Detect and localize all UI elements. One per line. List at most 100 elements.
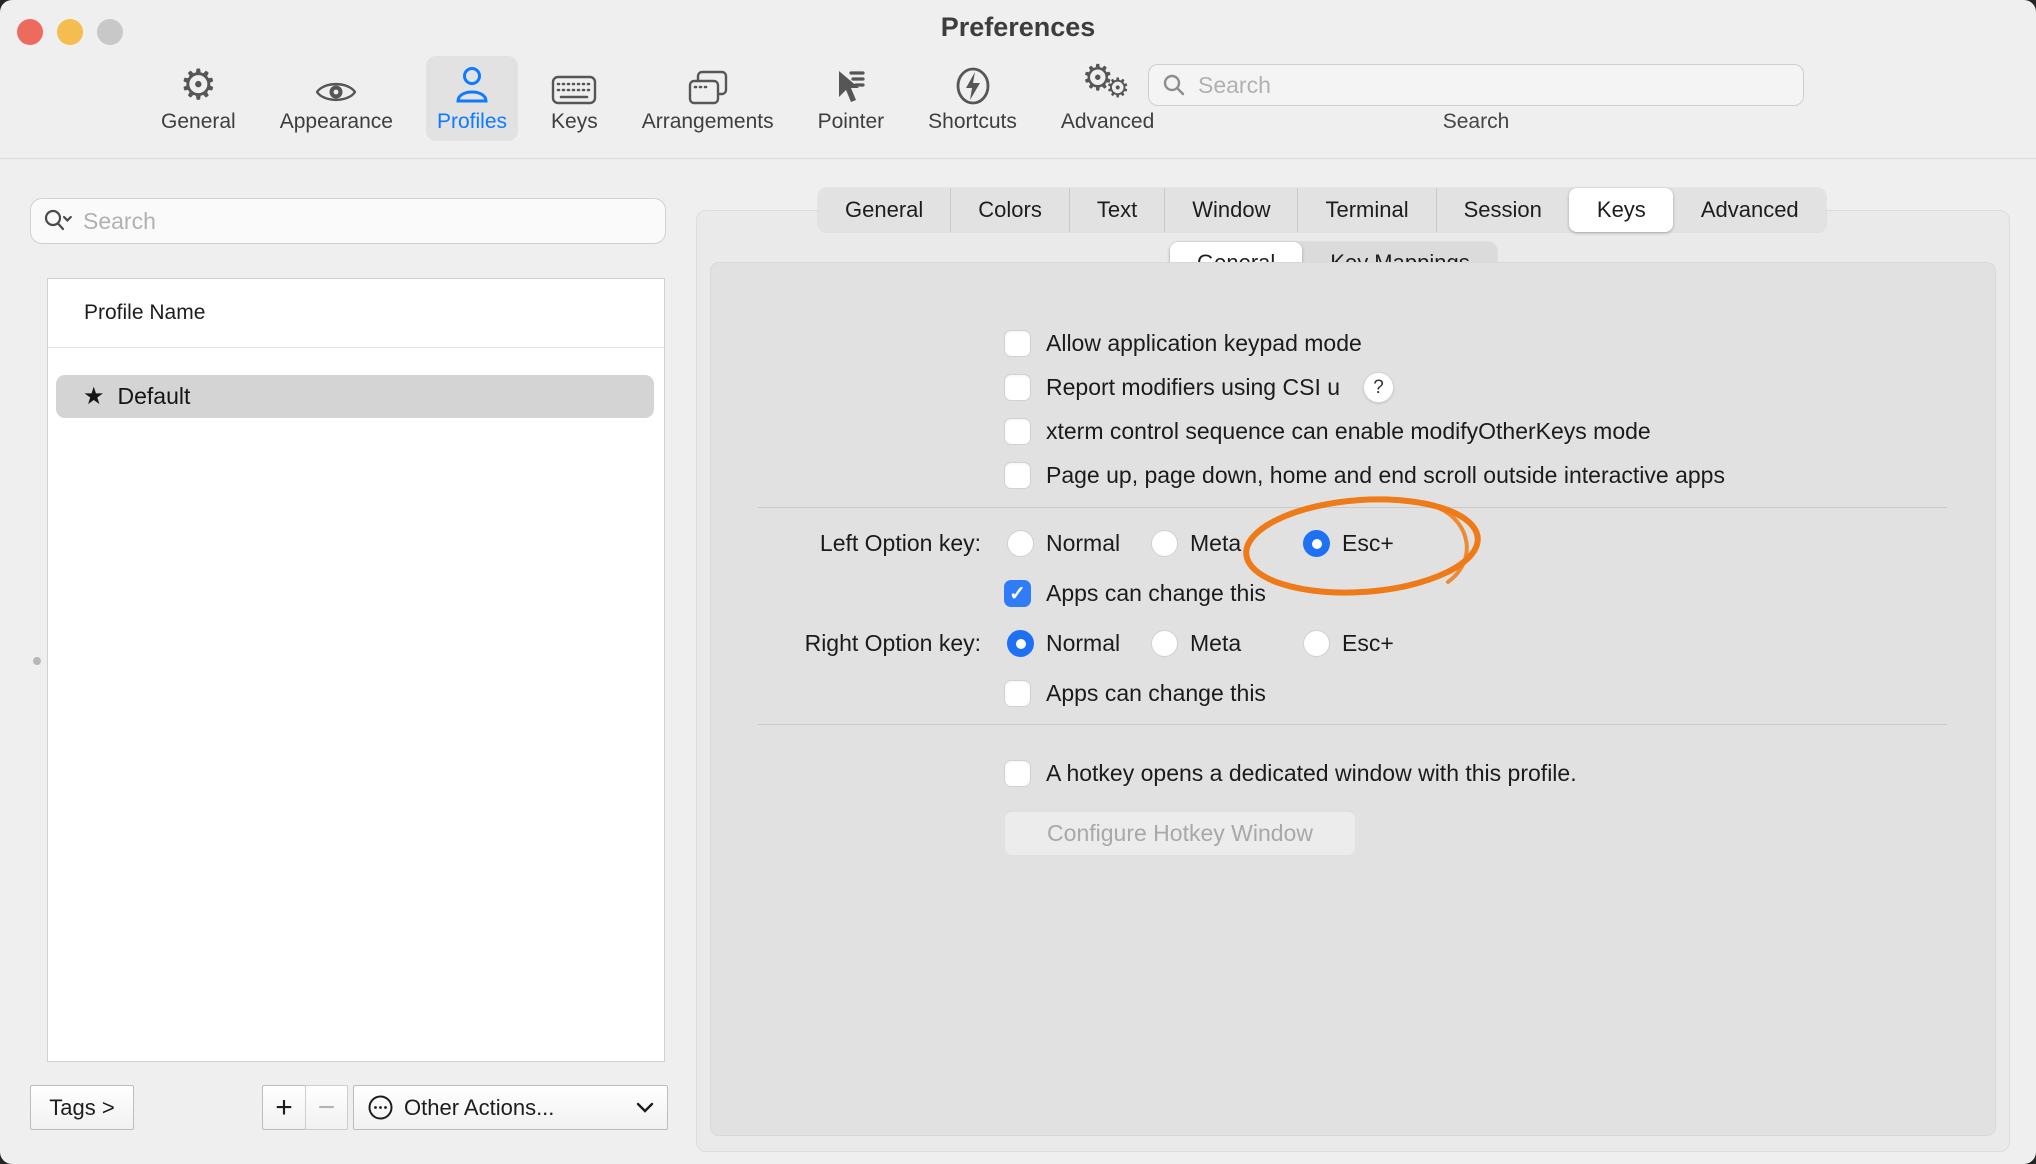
radio-right-esc[interactable]: Esc+ [1303,621,1394,666]
radio-icon[interactable] [1007,630,1034,657]
checkbox-row: Page up, page down, home and end scroll … [1004,453,1725,498]
tab-advanced[interactable]: Advanced [1673,188,1826,232]
checkbox-row: Report modifiers using CSI u ? [1004,365,1394,410]
star-icon: ★ [83,382,105,411]
profile-search-input[interactable] [81,207,653,236]
preferences-toolbar: ⚙ General Appearance Profiles [150,56,1165,141]
checkbox-csi-u[interactable] [1004,374,1031,401]
toolbar-label: Keys [551,110,598,134]
checkbox-hotkey-window[interactable] [1004,760,1031,787]
toolbar-label: Pointer [818,110,885,134]
tab-keys[interactable]: Keys [1569,188,1673,232]
radio-label: Esc+ [1342,530,1394,557]
checkbox-row: A hotkey opens a dedicated window with t… [1004,751,1577,796]
profile-tabs: General Colors Text Window Terminal Sess… [818,188,1826,232]
toolbar-label: Shortcuts [928,110,1017,134]
radio-left-meta[interactable]: Meta [1151,521,1241,566]
profile-list: Profile Name ★ Default [47,278,665,1062]
checkbox-right-apps-can-change[interactable] [1004,680,1031,707]
tags-button[interactable]: Tags > [30,1085,134,1130]
checkbox-label: Allow application keypad mode [1046,330,1362,357]
toolbar-divider [0,158,2036,159]
tab-terminal[interactable]: Terminal [1297,188,1435,232]
toolbar-item-pointer[interactable]: Pointer [807,56,896,141]
radio-right-meta[interactable]: Meta [1151,621,1241,666]
profile-list-header: Profile Name [48,279,664,348]
other-actions-label: Other Actions... [404,1095,554,1121]
toolbar-item-keys[interactable]: Keys [540,56,609,141]
checkbox-keypad-mode[interactable] [1004,330,1031,357]
checkbox-row: ✓ Apps can change this [1004,571,1266,616]
window-title: Preferences [0,12,2036,43]
gears-icon: ⚙⚙ [1082,61,1134,107]
checkbox-left-apps-can-change[interactable]: ✓ [1004,580,1031,607]
help-button[interactable]: ? [1363,372,1394,403]
radio-icon[interactable] [1151,630,1178,657]
radio-icon[interactable] [1303,630,1330,657]
radio-icon[interactable] [1303,530,1330,557]
radio-label: Meta [1190,530,1241,557]
configure-hotkey-window-button[interactable]: Configure Hotkey Window [1004,811,1356,856]
search-icon [1162,73,1186,97]
checkbox-modify-other-keys[interactable] [1004,418,1031,445]
toolbar-search-input[interactable] [1196,71,1790,100]
right-option-key-label: Right Option key: [711,621,981,666]
profile-search-field[interactable] [30,198,666,244]
keys-general-panel: Allow application keypad mode Report mod… [710,262,1996,1136]
toolbar-search-field[interactable] [1148,64,1804,106]
radio-label: Normal [1046,530,1120,557]
toolbar-item-profiles[interactable]: Profiles [426,56,518,141]
cursor-icon [831,61,871,107]
other-actions-dropdown[interactable]: Other Actions... [353,1085,668,1130]
checkbox-label: A hotkey opens a dedicated window with t… [1046,760,1577,787]
checkbox-row: xterm control sequence can enable modify… [1004,409,1651,454]
toolbar-label: Advanced [1061,110,1154,134]
radio-left-normal[interactable]: Normal [1007,521,1120,566]
checkbox-label: xterm control sequence can enable modify… [1046,418,1651,445]
toolbar-search-caption: Search [1148,110,1804,134]
tab-text[interactable]: Text [1069,188,1164,232]
checkbox-label: Page up, page down, home and end scroll … [1046,462,1725,489]
checkbox-row: Allow application keypad mode [1004,321,1362,366]
radio-left-esc[interactable]: Esc+ [1303,521,1394,566]
radio-right-normal[interactable]: Normal [1007,621,1120,666]
checkbox-row: Apps can change this [1004,671,1266,716]
gear-icon: ⚙ [180,61,218,107]
toolbar-item-appearance[interactable]: Appearance [269,56,404,141]
radio-label: Meta [1190,630,1241,657]
left-option-key-label: Left Option key: [711,521,981,566]
toolbar-label: Appearance [280,110,393,134]
radio-icon[interactable] [1151,530,1178,557]
toolbar-item-shortcuts[interactable]: Shortcuts [917,56,1028,141]
lightning-icon [952,61,994,107]
toolbar-item-general[interactable]: ⚙ General [150,56,247,141]
radio-icon[interactable] [1007,530,1034,557]
add-profile-button[interactable]: + [262,1085,306,1130]
divider [758,724,1947,725]
chevron-down-icon [636,1102,654,1113]
checkbox-page-scroll[interactable] [1004,462,1031,489]
preferences-window: Preferences ⚙ General Appearance [0,0,2036,1164]
eye-icon [314,61,358,107]
toolbar-item-arrangements[interactable]: Arrangements [631,56,785,141]
tab-general[interactable]: General [818,188,950,232]
toolbar-label: General [161,110,236,134]
toolbar-label: Arrangements [642,110,774,134]
profile-row-label: Default [118,383,191,410]
windows-icon [686,61,730,107]
checkbox-label: Apps can change this [1046,680,1266,707]
right-option-key-row: Right Option key: Normal Meta Esc+ [711,621,1995,666]
radio-label: Esc+ [1342,630,1394,657]
tab-session[interactable]: Session [1436,188,1569,232]
splitter-handle-dot[interactable] [33,657,41,665]
remove-profile-button[interactable]: − [305,1085,348,1130]
checkbox-label: Report modifiers using CSI u [1046,374,1340,401]
toolbar-label: Profiles [437,110,507,134]
profile-row-default[interactable]: ★ Default [56,375,654,418]
search-filter-icon [43,208,73,234]
tab-colors[interactable]: Colors [950,188,1069,232]
radio-label: Normal [1046,630,1120,657]
keyboard-icon [551,61,597,107]
tab-window[interactable]: Window [1164,188,1297,232]
circle-ellipsis-icon [367,1094,394,1121]
